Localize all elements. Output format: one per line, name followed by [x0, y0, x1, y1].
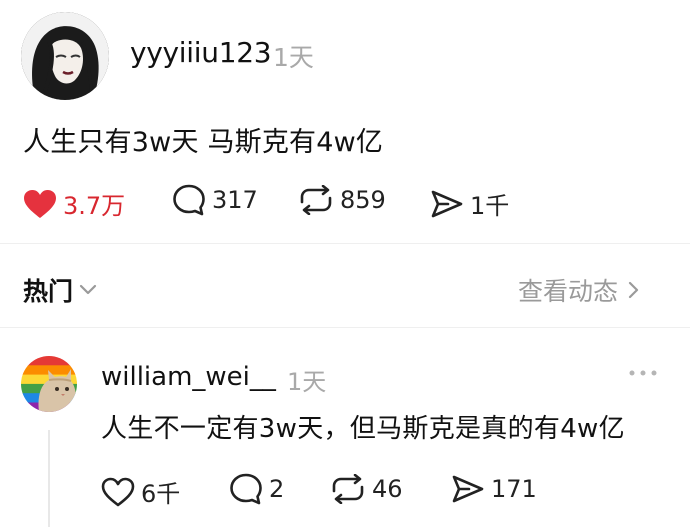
repost-icon — [332, 474, 364, 504]
more-options-button[interactable] — [628, 362, 658, 381]
heart-outline-icon — [101, 477, 135, 506]
author-avatar[interactable] — [21, 12, 109, 100]
comment-bubble-icon — [230, 473, 262, 505]
like-button[interactable]: 3.7万 — [23, 186, 125, 221]
chevron-right-icon — [628, 281, 639, 299]
comment-bubble-icon — [173, 184, 205, 216]
repost-button[interactable]: 859 — [298, 185, 386, 215]
post-text: 人生只有3w天 马斯克有4w亿 — [23, 127, 384, 158]
divider — [0, 327, 690, 328]
comment-repost-button[interactable]: 46 — [330, 474, 403, 504]
sort-dropdown[interactable]: 热门 — [23, 272, 97, 308]
share-button[interactable]: 1千 — [430, 186, 509, 221]
post-timestamp: 1天 — [273, 43, 314, 72]
comment-button[interactable]: 317 — [172, 184, 258, 216]
reposts-count: 859 — [340, 186, 386, 214]
comment-text: 人生不一定有3w天，但马斯克是真的有4w亿 — [101, 414, 625, 444]
commenter-username[interactable]: william_wei__ — [101, 362, 276, 392]
sort-label: 热门 — [23, 277, 74, 306]
comment-share-button[interactable]: 171 — [451, 474, 537, 504]
comment-likes-count: 6千 — [141, 480, 181, 508]
comments-count: 317 — [212, 186, 258, 214]
commenter-avatar[interactable] — [21, 356, 77, 412]
view-activity-label: 查看动态 — [518, 277, 619, 306]
share-send-icon — [452, 475, 484, 503]
more-dots-icon — [629, 370, 657, 376]
divider — [0, 243, 690, 244]
comment-shares-count: 171 — [491, 475, 537, 503]
chevron-down-icon — [79, 284, 97, 295]
share-send-icon — [431, 190, 463, 217]
author-username[interactable]: yyyiiiu123 — [130, 36, 272, 69]
comment-replies-count: 2 — [269, 475, 285, 503]
likes-count: 3.7万 — [63, 192, 126, 220]
repost-icon — [300, 185, 332, 215]
comment-reposts-count: 46 — [372, 475, 403, 503]
view-activity-link[interactable]: 查看动态 — [518, 272, 640, 308]
comment-like-button[interactable]: 6千 — [101, 474, 180, 509]
comment-reply-button[interactable]: 2 — [229, 473, 284, 505]
comment-timestamp: 1天 — [287, 368, 327, 396]
shares-count: 1千 — [470, 192, 510, 220]
heart-filled-icon — [24, 189, 56, 218]
thread-line — [48, 430, 50, 527]
